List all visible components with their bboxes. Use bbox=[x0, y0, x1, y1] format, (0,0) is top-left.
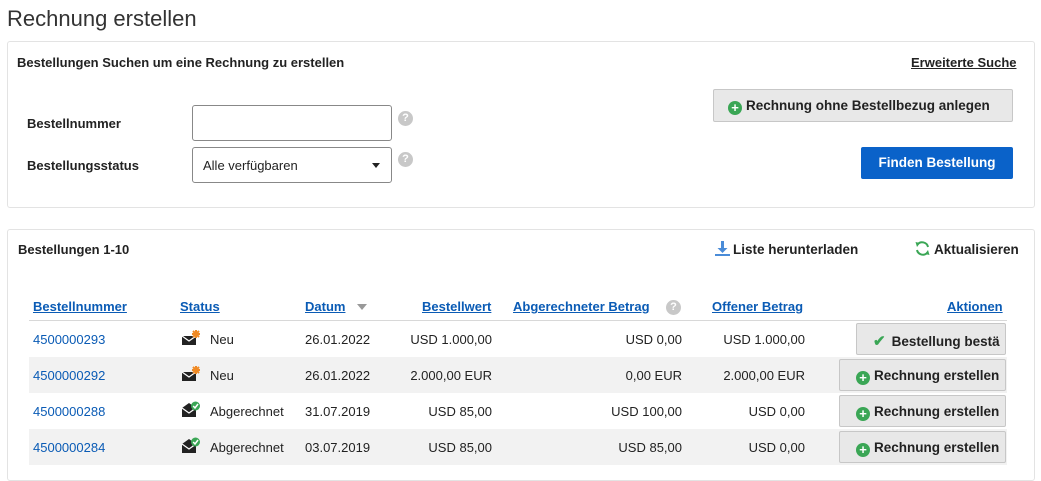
create-invoice-button[interactable]: + Rechnung erstellen bbox=[839, 395, 1006, 427]
order-status-help-icon[interactable]: ? bbox=[398, 152, 413, 167]
orders-panel-title: Bestellungen 1-10 bbox=[18, 242, 130, 257]
order-status-select[interactable]: Alle verfügbaren bbox=[192, 147, 392, 183]
status-text: Abgerechnet bbox=[210, 440, 284, 455]
order-status-value: Alle verfügbaren bbox=[203, 158, 298, 173]
open-amount: 2.000,00 EUR bbox=[723, 368, 805, 383]
create-invoice-without-po-button[interactable]: + Rechnung ohne Bestellbezug anlegen bbox=[713, 89, 1013, 122]
confirm-order-button[interactable]: ✔ Bestellung bestä bbox=[856, 323, 1006, 355]
order-date: 26.01.2022 bbox=[305, 368, 371, 383]
invoiced-mail-icon bbox=[181, 437, 200, 453]
invoiced-amount: USD 100,00 bbox=[611, 404, 682, 419]
order-number-link[interactable]: 4500000288 bbox=[33, 404, 105, 419]
action-button-label: Rechnung erstellen bbox=[874, 368, 1000, 383]
order-value: USD 85,00 bbox=[428, 440, 492, 455]
column-header-status[interactable]: Status bbox=[180, 299, 220, 314]
order-date: 03.07.2019 bbox=[305, 440, 371, 455]
column-header-date[interactable]: Datum bbox=[305, 299, 345, 314]
status-text: Neu bbox=[210, 332, 234, 347]
order-number-link[interactable]: 4500000292 bbox=[33, 368, 105, 383]
invoiced-amount: USD 0,00 bbox=[625, 332, 682, 347]
plus-icon: + bbox=[856, 371, 870, 385]
order-number-input[interactable] bbox=[192, 105, 392, 141]
refresh-icon bbox=[915, 241, 930, 256]
column-header-open[interactable]: Offener Betrag bbox=[712, 299, 803, 314]
download-list-link[interactable]: Liste herunterladen bbox=[714, 240, 858, 257]
advanced-search-link[interactable]: Erweiterte Suche bbox=[911, 55, 1017, 70]
chevron-down-icon bbox=[372, 163, 380, 168]
find-order-button[interactable]: Finden Bestellung bbox=[861, 147, 1013, 179]
invoiced-amount: 0,00 EUR bbox=[625, 368, 682, 383]
status-text: Abgerechnet bbox=[210, 404, 284, 419]
check-icon: ✔ bbox=[873, 333, 886, 350]
new-mail-icon bbox=[181, 330, 200, 345]
refresh-label: Aktualisieren bbox=[934, 242, 1019, 257]
column-header-invoiced[interactable]: Abgerechneter Betrag bbox=[513, 299, 650, 314]
order-value: USD 1.000,00 bbox=[410, 332, 492, 347]
open-amount: USD 0,00 bbox=[748, 404, 805, 419]
download-icon bbox=[715, 241, 730, 256]
action-button-label: Rechnung erstellen bbox=[874, 404, 1000, 419]
page-title: Rechnung erstellen bbox=[7, 6, 197, 31]
order-number-link[interactable]: 4500000293 bbox=[33, 332, 105, 347]
order-number-label: Bestellnummer bbox=[27, 116, 121, 131]
order-date: 26.01.2022 bbox=[305, 332, 371, 347]
order-value: USD 85,00 bbox=[428, 404, 492, 419]
status-text: Neu bbox=[210, 368, 234, 383]
order-number-help-icon[interactable]: ? bbox=[398, 111, 413, 126]
order-date: 31.07.2019 bbox=[305, 404, 371, 419]
invoiced-mail-icon bbox=[181, 401, 200, 417]
sort-desc-icon[interactable] bbox=[357, 304, 367, 310]
action-button-label: Rechnung erstellen bbox=[874, 440, 1000, 455]
create-invoice-without-po-label: Rechnung ohne Bestellbezug anlegen bbox=[746, 98, 990, 113]
plus-icon: + bbox=[856, 407, 870, 421]
refresh-link[interactable]: Aktualisieren bbox=[914, 240, 1019, 257]
invoiced-amount: USD 85,00 bbox=[618, 440, 682, 455]
plus-icon: + bbox=[728, 101, 742, 115]
open-amount: USD 0,00 bbox=[748, 440, 805, 455]
search-panel-title: Bestellungen Suchen um eine Rechnung zu … bbox=[17, 55, 345, 70]
plus-icon: + bbox=[856, 443, 870, 457]
create-invoice-button[interactable]: + Rechnung erstellen bbox=[839, 359, 1006, 391]
open-amount: USD 1.000,00 bbox=[723, 332, 805, 347]
download-list-label: Liste herunterladen bbox=[733, 242, 859, 257]
column-header-value[interactable]: Bestellwert bbox=[422, 299, 491, 314]
invoiced-help-icon[interactable]: ? bbox=[666, 300, 681, 315]
new-mail-icon bbox=[181, 366, 200, 381]
order-status-label: Bestellungsstatus bbox=[27, 158, 139, 173]
column-header-number[interactable]: Bestellnummer bbox=[33, 299, 127, 314]
order-value: 2.000,00 EUR bbox=[410, 368, 492, 383]
order-number-link[interactable]: 4500000284 bbox=[33, 440, 105, 455]
action-button-label: Bestellung bestä bbox=[891, 334, 1000, 349]
create-invoice-button[interactable]: + Rechnung erstellen bbox=[839, 431, 1006, 463]
column-header-actions: Aktionen bbox=[947, 299, 1003, 314]
